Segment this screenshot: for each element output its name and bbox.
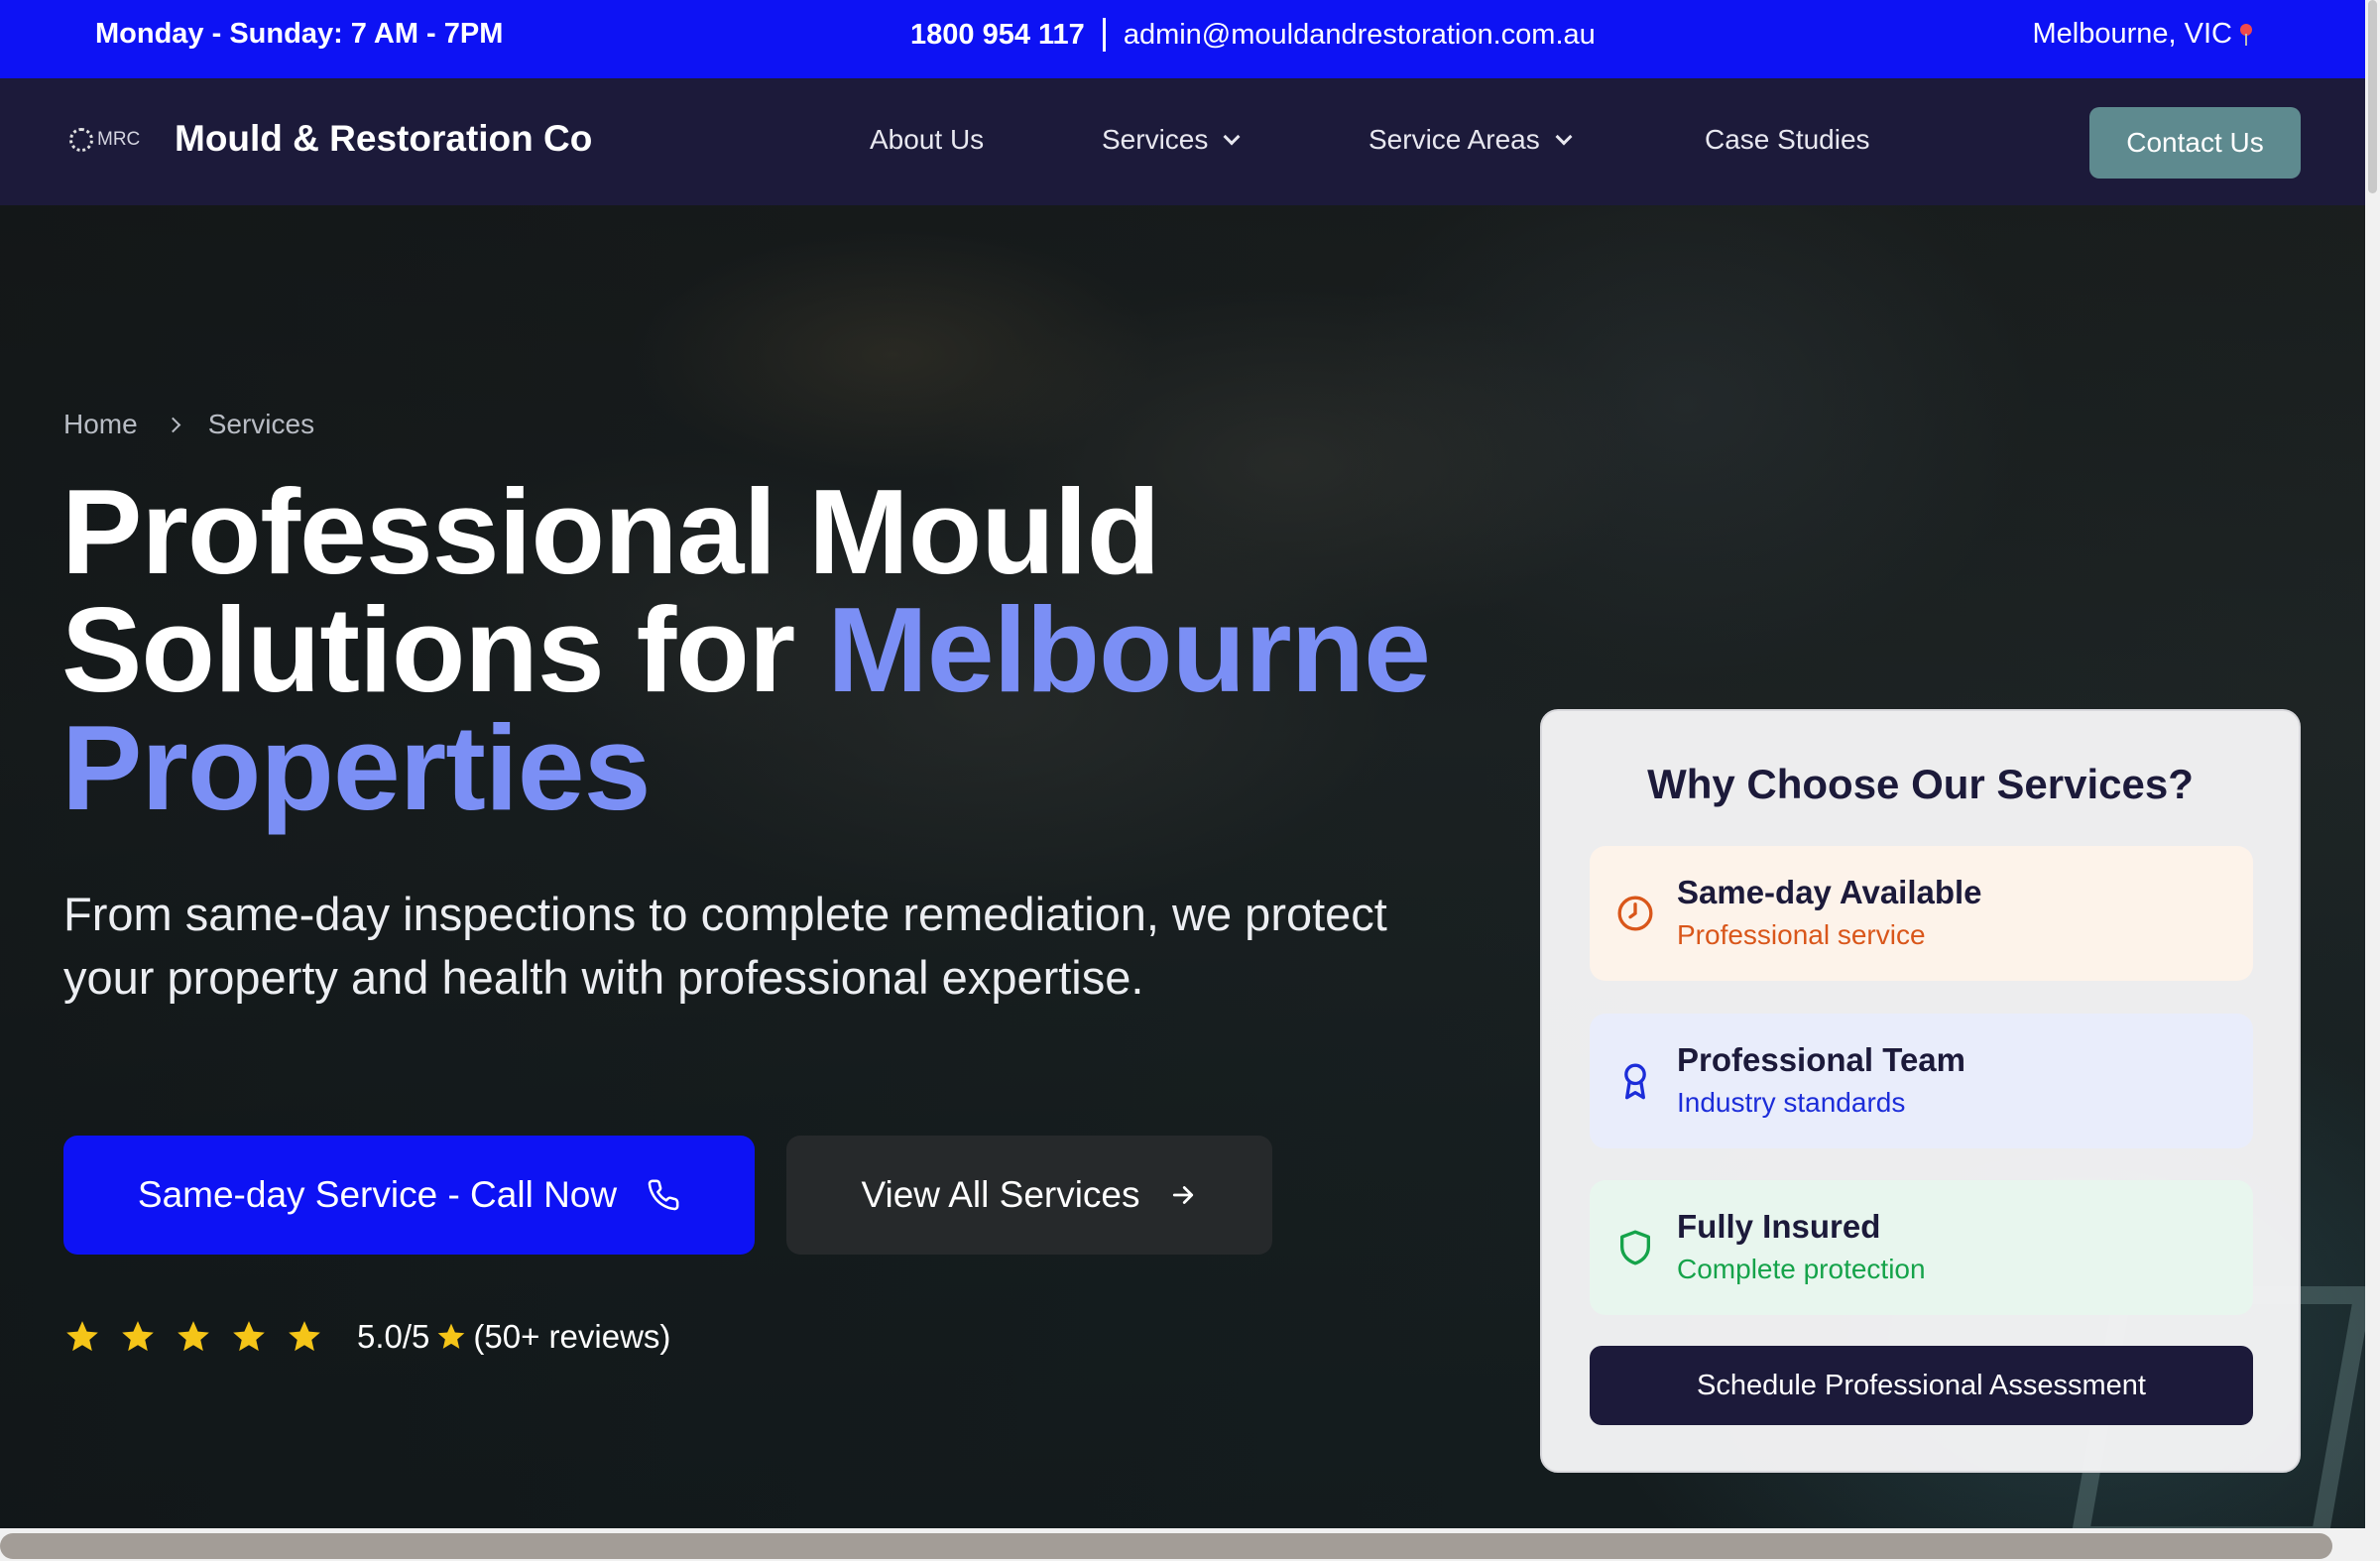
feature-name: Professional Team xyxy=(1677,1041,1965,1078)
why-choose-card: Why Choose Our Services? Same-day Availa… xyxy=(1540,709,2301,1473)
vertical-scrollbar[interactable] xyxy=(2365,0,2380,1528)
logo-ring-icon xyxy=(69,128,93,152)
vertical-scrollbar-thumb[interactable] xyxy=(2368,0,2377,193)
nav-link-label: Service Areas xyxy=(1368,124,1540,155)
call-now-button[interactable]: Same-day Service - Call Now xyxy=(63,1136,755,1255)
breadcrumb-current: Services xyxy=(207,409,315,439)
feature-name: Fully Insured xyxy=(1677,1208,1881,1245)
feature-desc: Professional service xyxy=(1677,919,1926,950)
chevron-down-icon xyxy=(1555,128,1573,146)
nav-link-label: Services xyxy=(1102,124,1209,155)
location: Melbourne, VIC xyxy=(2033,18,2255,51)
nav-link-services[interactable]: Services xyxy=(1102,124,1241,156)
business-hours: Monday - Sunday: 7 AM - 7PM xyxy=(95,18,504,50)
chevron-right-icon xyxy=(165,417,180,432)
view-all-services-label: View All Services xyxy=(861,1174,1140,1215)
feature-professional-team: Professional Team Industry standards xyxy=(1590,1014,2253,1148)
rating-reviews: (50+ reviews) xyxy=(473,1318,671,1355)
feature-desc: Complete protection xyxy=(1677,1254,1926,1284)
brand-name[interactable]: Mould & Restoration Co xyxy=(175,118,592,160)
page: Monday - Sunday: 7 AM - 7PM 1800 954 117… xyxy=(0,0,2380,1561)
breadcrumb: Home Services xyxy=(63,409,314,440)
location-text: Melbourne, VIC xyxy=(2032,18,2233,50)
chevron-down-icon xyxy=(1223,128,1241,146)
star-icon xyxy=(438,1323,465,1349)
star-icon xyxy=(289,1321,320,1352)
phone-icon xyxy=(648,1179,679,1211)
logo-text: MRC xyxy=(97,129,141,150)
nav-link-label: About Us xyxy=(870,124,985,155)
star-icon xyxy=(233,1321,265,1352)
divider xyxy=(1102,18,1106,52)
nav-link-service-areas[interactable]: Service Areas xyxy=(1368,124,1573,156)
feature-name: Same-day Available xyxy=(1677,874,1982,910)
view-all-services-button[interactable]: View All Services xyxy=(786,1136,1272,1255)
clock-icon xyxy=(1617,896,1653,931)
rating: 5.0/5 (50+ reviews) xyxy=(63,1318,670,1356)
page-title: Professional Mould Solutions for Melbour… xyxy=(61,471,1549,828)
nav-link-about-us[interactable]: About Us xyxy=(870,124,984,156)
hero-subtitle: From same-day inspections to complete re… xyxy=(63,888,1387,1004)
horizontal-scrollbar-thumb[interactable] xyxy=(0,1533,2332,1559)
arrow-right-icon xyxy=(1172,1186,1193,1204)
feature-desc: Industry standards xyxy=(1677,1087,1906,1118)
breadcrumb-home[interactable]: Home xyxy=(63,409,138,440)
star-rating xyxy=(63,1318,323,1356)
top-info-bar: Monday - Sunday: 7 AM - 7PM 1800 954 117… xyxy=(0,0,2365,78)
main-navigation: MRC Mould & Restoration Co About Us Serv… xyxy=(0,78,2365,205)
call-now-label: Same-day Service - Call Now xyxy=(137,1174,618,1215)
award-icon xyxy=(1624,1063,1646,1100)
email-link[interactable]: admin@mouldandrestoration.com.au xyxy=(1124,19,1596,52)
rating-score: 5.0/5 xyxy=(357,1318,430,1355)
nav-link-case-studies[interactable]: Case Studies xyxy=(1705,124,1870,156)
title-line-1: Professional Mould xyxy=(61,464,1160,599)
nav-link-label: Case Studies xyxy=(1705,124,1870,155)
star-icon xyxy=(178,1321,209,1352)
hero-section: Home Services Professional Mould Solutio… xyxy=(0,205,2373,1544)
feature-same-day: Same-day Available Professional service xyxy=(1590,846,2253,981)
horizontal-scrollbar[interactable] xyxy=(0,1528,2380,1561)
contact-info: 1800 954 117 admin@mouldandrestoration.c… xyxy=(910,18,1596,52)
card-title: Why Choose Our Services? xyxy=(1647,761,2194,807)
shield-icon xyxy=(1620,1230,1650,1265)
schedule-assessment-button[interactable]: Schedule Professional Assessment xyxy=(1590,1346,2253,1425)
star-icon xyxy=(66,1321,98,1352)
contact-us-button[interactable]: Contact Us xyxy=(2089,107,2301,179)
pin-icon xyxy=(2238,23,2254,46)
title-accent-melbourne: Melbourne xyxy=(827,582,1431,717)
title-accent-properties: Properties xyxy=(61,700,651,835)
title-line-2: Solutions for xyxy=(61,582,828,717)
star-icon xyxy=(122,1321,154,1352)
phone-link[interactable]: 1800 954 117 xyxy=(910,19,1085,52)
feature-fully-insured: Fully Insured Complete protection xyxy=(1590,1180,2253,1315)
logo[interactable]: MRC xyxy=(69,128,140,152)
